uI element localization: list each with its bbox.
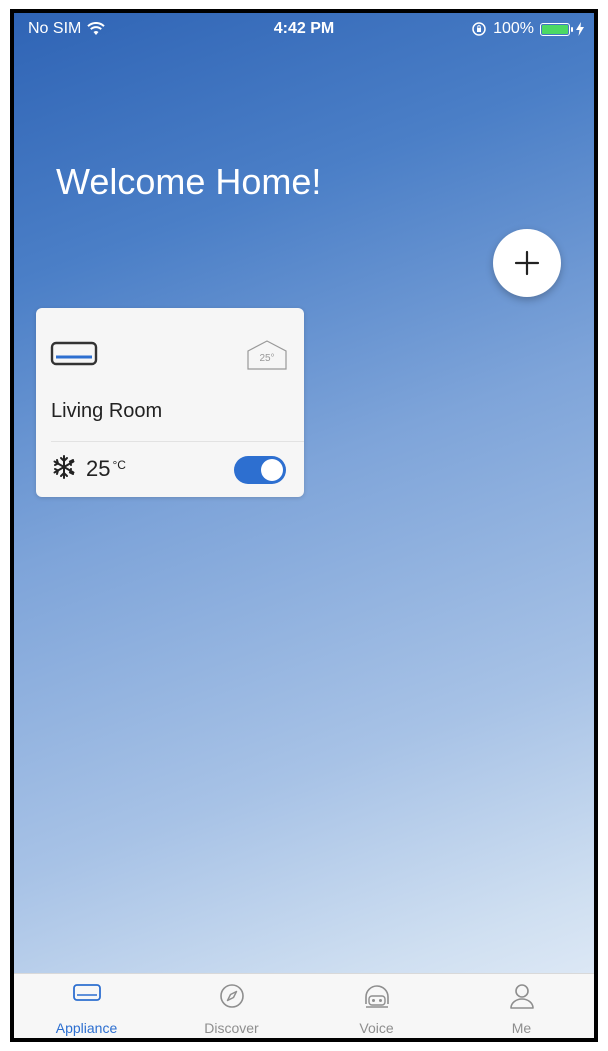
welcome-title: Welcome Home! <box>56 161 322 202</box>
snowflake-icon <box>53 455 75 479</box>
phone-frame: No SIM 4:42 PM 100% Welcome Home! 25° Li… <box>10 9 598 1042</box>
temperature-unit: °C <box>112 458 126 472</box>
tab-appliance[interactable]: Appliance <box>14 974 159 1038</box>
temperature-value: 25 <box>86 456 111 481</box>
add-device-button[interactable] <box>493 229 561 297</box>
battery-percent: 100% <box>493 20 534 37</box>
tab-label: Me <box>511 1020 532 1036</box>
set-temperature: 25 °C <box>86 456 126 482</box>
plus-icon <box>514 250 540 276</box>
tab-label: Voice <box>359 1020 394 1036</box>
device-card[interactable]: 25° Living Room 25 °C <box>36 308 304 497</box>
voice-robot-icon <box>364 985 389 1008</box>
status-right: 100% <box>471 20 584 38</box>
compass-icon <box>219 984 244 1008</box>
room-temperature-indicator: 25° <box>246 339 288 376</box>
battery-level <box>542 24 568 34</box>
status-bar: No SIM 4:42 PM 100% <box>14 13 594 47</box>
tab-bar: Appliance Discover Voice Me <box>14 973 594 1038</box>
room-name: Living Room <box>51 400 163 422</box>
home-screen: No SIM 4:42 PM 100% Welcome Home! 25° Li… <box>14 13 594 1038</box>
tab-me[interactable]: Me <box>449 974 594 1038</box>
charging-bolt-icon <box>576 22 584 36</box>
toggle-knob <box>261 459 283 481</box>
tab-voice[interactable]: Voice <box>304 974 449 1038</box>
card-divider <box>51 441 304 442</box>
air-conditioner-icon <box>50 341 98 366</box>
tab-discover[interactable]: Discover <box>159 974 304 1038</box>
power-toggle[interactable] <box>234 456 286 484</box>
orientation-lock-icon <box>472 22 486 36</box>
person-icon <box>509 984 534 1009</box>
appliance-icon <box>72 984 101 1001</box>
tab-label: Appliance <box>55 1020 118 1036</box>
battery-icon <box>540 22 573 36</box>
tab-label: Discover <box>204 1020 259 1036</box>
room-temperature-label: 25° <box>259 353 275 364</box>
